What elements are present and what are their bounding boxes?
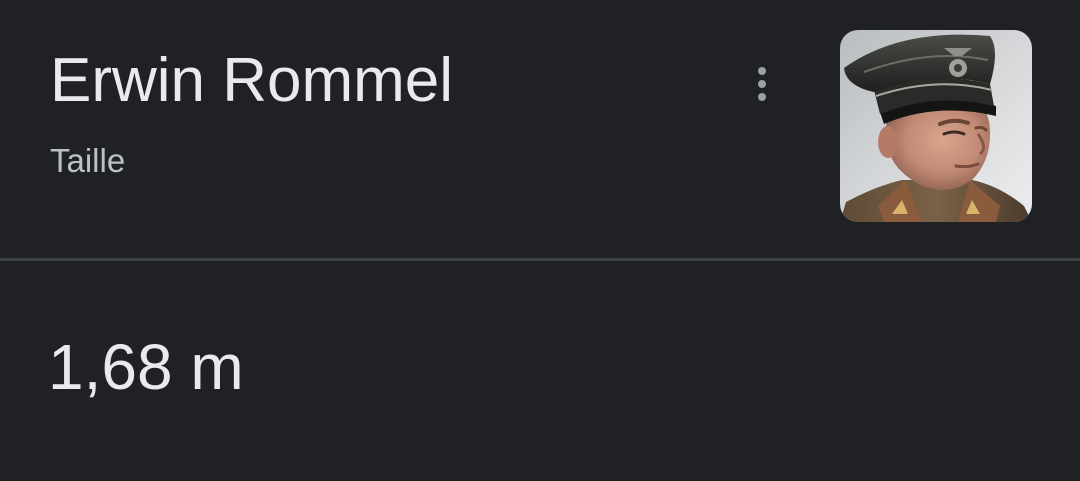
divider (0, 258, 1080, 261)
entity-thumbnail[interactable] (840, 30, 1032, 222)
more-options-button[interactable] (738, 60, 786, 108)
answer-card-header: Erwin Rommel Taille (0, 0, 1080, 260)
attribute-value: 1,68 m (48, 331, 244, 403)
attribute-label: Taille (50, 142, 126, 179)
entity-title: Erwin Rommel (50, 46, 454, 115)
more-vertical-icon (758, 67, 766, 101)
portrait-image (840, 30, 1032, 222)
